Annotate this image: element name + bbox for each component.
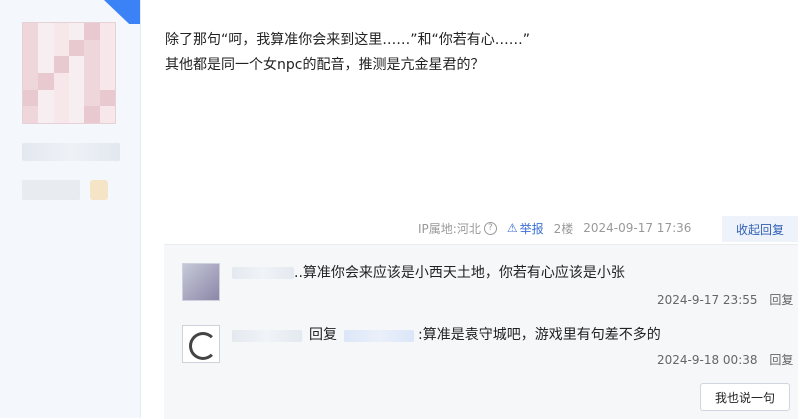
author-level-icon: [90, 180, 108, 200]
collapse-replies-button[interactable]: 收起回复: [722, 216, 798, 242]
reply-avatar[interactable]: [182, 325, 220, 363]
add-comment-button[interactable]: 我也说一句: [700, 383, 790, 411]
warning-triangle-icon: ⚠: [506, 221, 518, 235]
author-avatar[interactable]: [22, 22, 116, 124]
reply-link[interactable]: 回复: [769, 293, 793, 307]
reply-avatar[interactable]: [182, 263, 220, 301]
author-name-blurred[interactable]: [22, 143, 120, 161]
post-line-1: 除了那句“呵，我算准你会来到这里……”和“你若有心……”: [165, 32, 531, 48]
author-level-badge-blurred: [22, 180, 80, 200]
author-sidebar: [0, 0, 141, 418]
post-meta-bar: IP属地:河北 ? ⚠ 举报 2楼 2024-09-17 17:36: [418, 218, 701, 238]
reply-username-blurred[interactable]: [232, 330, 302, 342]
reply-username-blurred[interactable]: [232, 267, 294, 279]
ip-location: IP属地:河北 ?: [418, 220, 497, 237]
reply-target-username-blurred[interactable]: [344, 330, 414, 342]
corner-flag-icon: [104, 0, 140, 24]
reply-text: ..算准你会来应该是小西天土地，你若有心应该是小张: [294, 265, 625, 281]
reply-prefix: 回复: [309, 327, 337, 343]
floor-number: 2楼: [553, 221, 574, 236]
reply-meta: 2024-9-18 00:38 回复: [657, 351, 793, 368]
help-circle-icon[interactable]: ?: [483, 221, 497, 235]
reply-meta: 2024-9-17 23:55 回复: [657, 291, 793, 308]
reply-list: ..算准你会来应该是小西天土地，你若有心应该是小张 2024-9-17 23:5…: [164, 244, 798, 419]
reply-time: 2024-9-17 23:55: [657, 293, 758, 307]
report-link[interactable]: ⚠ 举报: [507, 220, 544, 237]
post-line-2: 其他都是同一个女npc的配音，推测是亢金星君的？: [165, 57, 485, 73]
post-content: 除了那句“呵，我算准你会来到这里……”和“你若有心……” 其他都是同一个女npc…: [165, 28, 765, 78]
post-timestamp: 2024-09-17 17:36: [583, 221, 692, 235]
reply-time: 2024-9-18 00:38: [657, 353, 758, 367]
reply-text: :算准是袁守城吧，游戏里有句差不多的: [418, 327, 661, 343]
reply-link[interactable]: 回复: [769, 353, 793, 367]
